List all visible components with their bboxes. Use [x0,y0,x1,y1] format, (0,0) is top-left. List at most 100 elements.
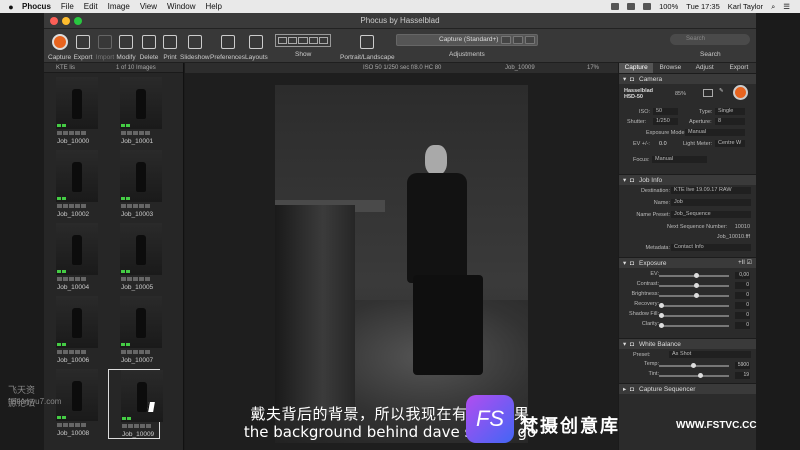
slider-knob[interactable] [694,272,699,278]
paste-icon[interactable] [525,36,535,44]
thumbnail[interactable]: Job_10003 [108,150,162,218]
wifi-icon[interactable] [627,3,636,10]
shutter-select[interactable]: 1/250 [653,118,678,125]
menu-image[interactable]: Image [108,2,130,11]
zoom-level[interactable]: 17% [587,63,599,73]
delete-button[interactable]: Delete [139,32,159,61]
minimize-button[interactable] [62,17,70,25]
status-icon[interactable] [611,3,620,10]
tab-export[interactable]: Export [722,63,756,73]
slider-value[interactable]: 0 [735,322,750,329]
slider-knob[interactable] [690,362,696,368]
next-sequence-field[interactable]: 10010 [735,224,750,230]
menu-window[interactable]: Window [167,2,195,11]
tab-adjust[interactable]: Adjust [688,63,722,73]
thumbnail[interactable]: Job_10002 [44,150,98,218]
whitebalance-section-header[interactable]: ▾ ◘ White Balance [619,338,756,349]
slider-value[interactable]: 0 [735,302,750,309]
slider-value[interactable]: 0 [735,292,750,299]
jobinfo-section-header[interactable]: ▾ ◘ Job Info [619,174,756,185]
slider-value[interactable]: 5900 [735,362,750,369]
menu-edit[interactable]: Edit [84,2,98,11]
rotate-icon [360,34,375,49]
slider[interactable] [659,302,729,308]
show-control[interactable] [275,34,331,47]
light-meter-select[interactable]: Centre W [715,140,745,147]
layouts-button[interactable]: Layouts [245,32,268,61]
copy-icon[interactable] [513,36,523,44]
destination-select[interactable]: KTE live 19.09.17 RAW [671,187,751,194]
volume-icon[interactable] [643,3,652,10]
slider[interactable] [659,272,729,278]
wb-preset-select[interactable]: As Shot [669,351,751,358]
slider-knob[interactable] [694,282,699,288]
menu-app[interactable]: Phocus [22,2,51,11]
search-icon[interactable]: ⌕ [771,2,775,12]
slider-knob[interactable] [659,312,664,318]
slideshow-button[interactable]: Slideshow [180,32,210,61]
thumbnail[interactable]: Job_10000 [44,77,98,145]
slider[interactable] [659,312,729,318]
type-select[interactable]: Single [715,108,745,115]
slider-value[interactable]: 0 [735,282,750,289]
user-name[interactable]: Karl Taylor [728,2,763,11]
tools-icon[interactable]: ✎ [719,88,724,94]
slider-knob[interactable] [659,302,664,308]
thumbnail[interactable]: Job_10004 [44,223,98,291]
exposure-section-header[interactable]: ▾ ◘ Exposure +II ☑ [619,257,756,268]
capture-shutter-button[interactable] [733,85,748,100]
thumbnail[interactable]: Job_10001 [108,77,162,145]
thumbnail[interactable]: Job_10005 [108,223,162,291]
camera-section-header[interactable]: ▾ ◘ Camera [619,73,756,84]
name-field[interactable]: Job [671,199,751,206]
capture-sequencer-header[interactable]: ▸ ◘ Capture Sequencer [619,383,756,394]
slider-row: EV: 0,00 [619,271,756,281]
import-button[interactable]: Import [95,32,115,61]
iso-select[interactable]: 50 [653,108,678,115]
slider[interactable] [659,362,729,368]
liveview-button[interactable] [703,89,713,97]
slider[interactable] [659,372,729,378]
search-input[interactable]: Search [670,34,750,45]
menu-file[interactable]: File [61,2,74,11]
tab-capture[interactable]: Capture [619,63,654,73]
menu-help[interactable]: Help [205,2,221,11]
metadata-select[interactable]: Contact Info [671,244,751,251]
tab-browse[interactable]: Browse [653,63,687,73]
focus-select[interactable]: Manual [652,156,707,163]
clock[interactable]: Tue 17:35 [686,2,720,11]
exposure-mode-select[interactable]: Manual [685,129,745,136]
slider-value[interactable]: 19 [735,372,750,379]
zoom-button[interactable] [74,17,82,25]
thumbnail-label: Job_10005 [121,284,154,291]
main-photo[interactable] [275,85,528,443]
slider-value[interactable]: 0 [735,312,750,319]
slider[interactable] [659,282,729,288]
sequencer-icon: ◘ [630,386,634,393]
portrait-landscape-button[interactable]: Portrait/Landscape [340,32,395,61]
image-viewer[interactable]: ISO 50 1/250 sec f/8.0 HC 80 Job_10009 1… [185,63,618,450]
apple-icon[interactable]: ● [0,2,22,12]
folder-name: KTE lis [56,65,76,71]
export-button[interactable]: Export [73,32,93,61]
close-button[interactable] [50,17,58,25]
slider-knob[interactable] [697,372,703,378]
name-preset-select[interactable]: Job_Sequence [671,211,751,218]
undo-icon[interactable] [501,36,511,44]
slider[interactable] [659,322,729,328]
thumbnail[interactable]: Job_10006 [44,296,98,364]
thumbnail[interactable]: Job_10007 [108,296,162,364]
slider-value[interactable]: 0,00 [735,272,750,279]
preferences-button[interactable]: Preferences [210,32,245,61]
battery-text[interactable]: 100% [659,2,678,11]
modify-button[interactable]: Modify [116,32,136,61]
slider-knob[interactable] [659,322,664,328]
aperture-select[interactable]: 8 [715,118,745,125]
adjustments-select[interactable]: Capture (Standard+) [396,34,538,46]
menu-icon[interactable]: ☰ [783,2,790,11]
capture-button[interactable]: Capture [48,32,71,61]
print-button[interactable]: Print [160,32,180,61]
slider-knob[interactable] [694,292,699,298]
slider[interactable] [659,292,729,298]
menu-view[interactable]: View [140,2,157,11]
